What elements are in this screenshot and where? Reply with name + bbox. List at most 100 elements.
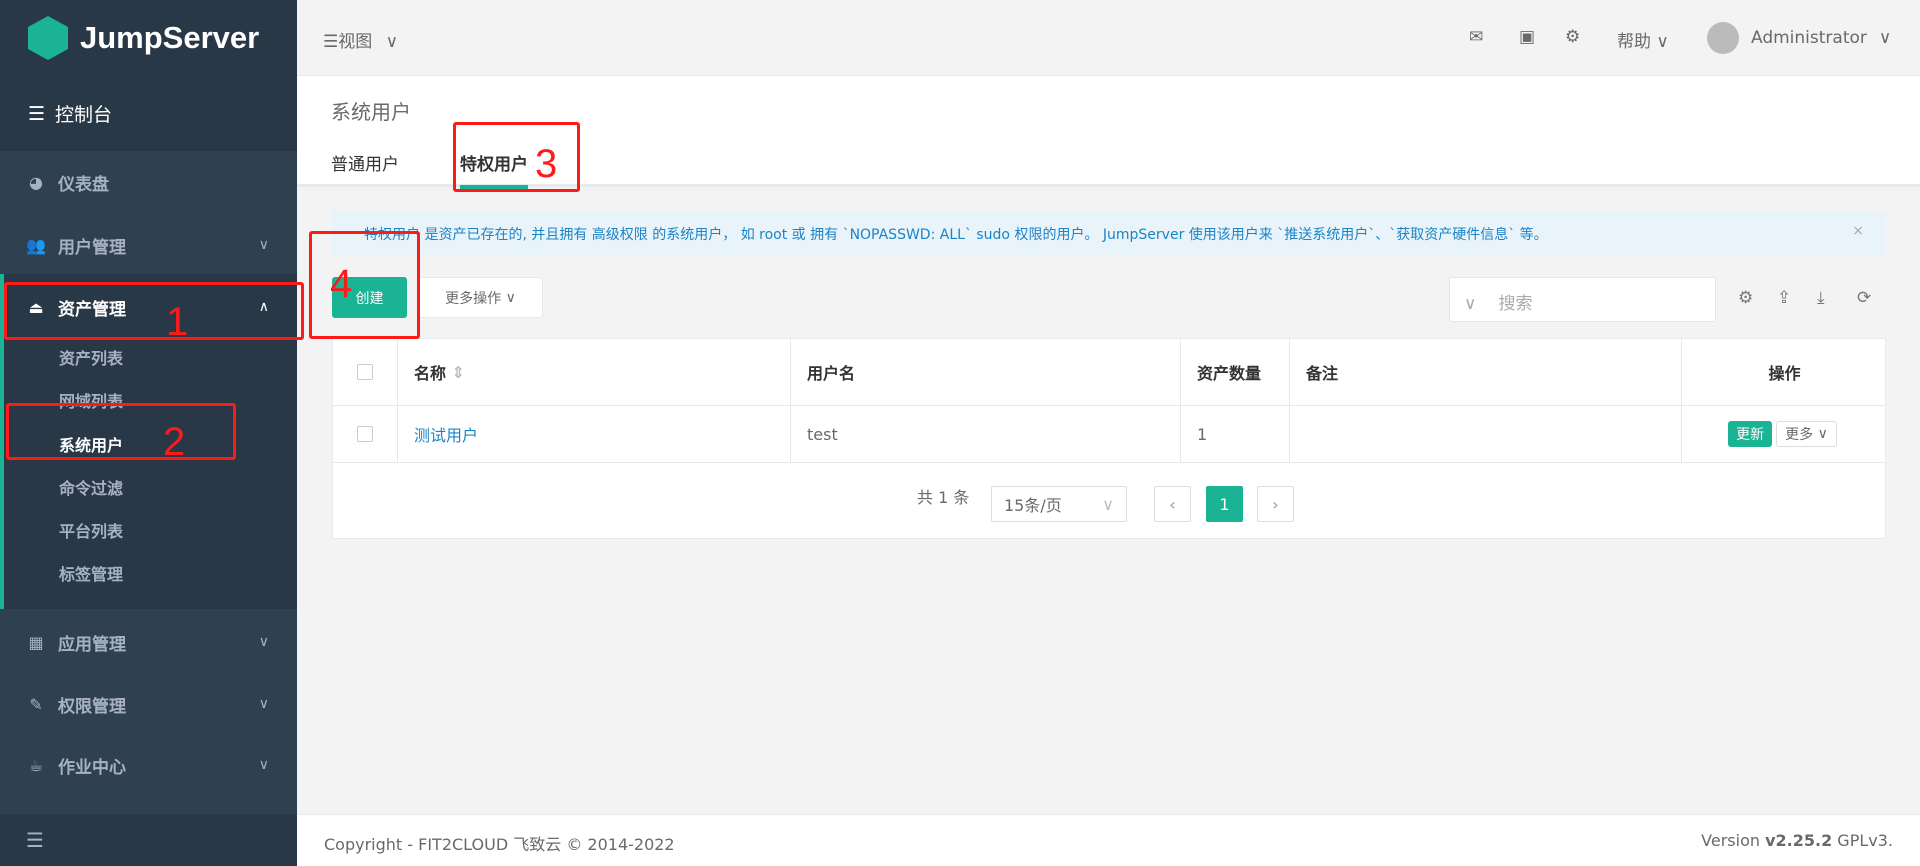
- cell-actions: 更新 更多 ∨: [1682, 406, 1887, 462]
- close-icon[interactable]: ×: [1852, 223, 1864, 239]
- sidebar-item-users[interactable]: 👥 用户管理 ∨: [0, 220, 297, 270]
- header-username: 用户名: [791, 339, 1181, 405]
- jumpserver-logo-icon: [28, 16, 68, 60]
- header-label: 名称: [414, 364, 447, 383]
- cell-username: test: [791, 406, 1181, 462]
- nav-label: 用户管理: [58, 237, 126, 258]
- search-input[interactable]: ∨ 搜索: [1449, 277, 1716, 322]
- annotation-box-4: [309, 231, 420, 339]
- sidebar-sub-command-filter[interactable]: 命令过滤: [59, 475, 123, 499]
- nav-label: 应用管理: [58, 634, 126, 655]
- prev-page-button[interactable]: ‹: [1154, 486, 1191, 522]
- page-size-select[interactable]: 15条/页 ∨: [991, 486, 1127, 522]
- chevron-down-icon: ∨: [1656, 32, 1669, 52]
- topbar: ☰视图 ∨ ✉ ▣ ⚙ 帮助 ∨ Administrator ∨: [297, 0, 1920, 76]
- edit-icon: ✎: [29, 694, 43, 714]
- brand-name: JumpServer: [80, 20, 260, 55]
- page-1-button[interactable]: 1: [1206, 486, 1243, 522]
- nav-label: 权限管理: [58, 696, 126, 717]
- annotation-box-1: [4, 282, 304, 340]
- help-label: 帮助: [1617, 32, 1651, 52]
- header-actions: 操作: [1768, 364, 1801, 383]
- sliders-icon: ☰: [28, 102, 46, 125]
- console-link[interactable]: ☰ 控制台: [0, 76, 297, 151]
- page-title: 系统用户: [331, 100, 411, 124]
- annotation-number-4: 4: [330, 262, 353, 306]
- sidebar-item-dashboard[interactable]: ◕ 仪表盘: [0, 157, 297, 207]
- pagination-total: 共 1 条: [917, 488, 970, 507]
- console-label: 控制台: [55, 104, 113, 126]
- annotation-number-3: 3: [535, 142, 558, 186]
- license: GPLv3.: [1832, 831, 1893, 850]
- help-menu[interactable]: 帮助 ∨: [1617, 27, 1669, 52]
- copyright: Copyright - FIT2CLOUD 飞致云 © 2014-2022: [324, 835, 675, 854]
- sidebar-item-jobs[interactable]: ☕ 作业中心 ∨: [0, 740, 297, 790]
- chevron-down-icon: ∨: [1464, 294, 1477, 314]
- chevron-down-icon: ∨: [505, 289, 516, 306]
- annotation-box-3: [453, 122, 580, 192]
- table-header: 名称 ⇕ 用户名 资产数量 备注 操作: [333, 339, 1885, 406]
- coffee-icon: ☕: [28, 755, 44, 775]
- annotation-box-2: [6, 403, 236, 460]
- settings-icon[interactable]: ⚙: [1738, 288, 1753, 308]
- annotation-number-1: 1: [166, 300, 189, 344]
- dashboard-icon: ◕: [29, 172, 43, 192]
- avatar: [1707, 22, 1739, 54]
- version-number: v2.25.2: [1765, 831, 1833, 850]
- collapse-icon: ☰: [26, 828, 44, 852]
- header-name[interactable]: 名称 ⇕: [398, 339, 791, 405]
- logo[interactable]: JumpServer: [0, 0, 297, 76]
- nav-label: 仪表盘: [58, 174, 109, 195]
- next-page-button[interactable]: ›: [1257, 486, 1294, 522]
- sidebar-sub-asset-list[interactable]: 资产列表: [59, 345, 123, 369]
- table-row: 测试用户 test 1 更新 更多 ∨: [333, 406, 1885, 463]
- chevron-down-icon: ∨: [258, 237, 269, 253]
- chevron-down-icon: ∨: [258, 696, 269, 712]
- row-more-button[interactable]: 更多 ∨: [1776, 421, 1837, 447]
- chevron-down-icon: ∨: [1102, 494, 1114, 514]
- cell-name: 测试用户: [398, 406, 791, 462]
- sidebar-item-applications[interactable]: ▦ 应用管理 ∨: [0, 617, 297, 667]
- alert-text: 特权用户 是资产已存在的, 并且拥有 高级权限 的系统用户， 如 root 或 …: [364, 227, 1548, 243]
- download-icon[interactable]: ⤓: [1817, 288, 1825, 308]
- view-label: 视图: [338, 32, 373, 52]
- user-menu[interactable]: Administrator ∨: [1707, 22, 1891, 54]
- refresh-icon[interactable]: ⟳: [1857, 288, 1871, 308]
- info-alert: 特权用户 是资产已存在的, 并且拥有 高级权限 的系统用户， 如 root 或 …: [332, 211, 1886, 255]
- collapse-sidebar-button[interactable]: ☰: [0, 814, 297, 866]
- terminal-icon[interactable]: ▣: [1519, 27, 1535, 47]
- more-actions-label: 更多操作: [445, 290, 502, 307]
- row-more-label: 更多: [1785, 427, 1814, 443]
- nav-label: 作业中心: [58, 757, 126, 778]
- users-icon: 👥: [26, 235, 46, 255]
- sort-icon: ⇕: [451, 362, 465, 382]
- menu-icon: ☰: [323, 32, 339, 52]
- footer: Copyright - FIT2CLOUD 飞致云 © 2014-2022 Ve…: [297, 814, 1920, 866]
- grid-icon: ▦: [28, 632, 44, 652]
- search-placeholder: 搜索: [1498, 294, 1533, 314]
- page-size-label: 15条/页: [1004, 496, 1062, 515]
- user-name-link[interactable]: 测试用户: [414, 422, 478, 446]
- sidebar-sub-platform-list[interactable]: 平台列表: [59, 518, 123, 542]
- user-name: Administrator: [1751, 28, 1867, 48]
- sidebar-item-permissions[interactable]: ✎ 权限管理 ∨: [0, 679, 297, 729]
- upload-icon[interactable]: ⇪: [1777, 288, 1791, 308]
- header-checkbox-cell: [333, 339, 398, 405]
- header-remark: 备注: [1290, 339, 1682, 405]
- mail-icon[interactable]: ✉: [1469, 27, 1483, 47]
- gear-icon[interactable]: ⚙: [1565, 27, 1580, 47]
- more-actions-button[interactable]: 更多操作 ∨: [418, 277, 543, 318]
- tab-normal-users[interactable]: 普通用户: [331, 150, 399, 175]
- update-button[interactable]: 更新: [1728, 421, 1773, 447]
- chevron-down-icon: ∨: [1878, 28, 1892, 48]
- chevron-down-icon: ∨: [258, 757, 269, 773]
- chevron-down-icon: ∨: [385, 32, 399, 52]
- view-menu[interactable]: ☰视图 ∨: [323, 27, 398, 52]
- cell-remark: [1290, 406, 1682, 462]
- version-info: Version v2.25.2 GPLv3.: [1701, 831, 1893, 850]
- select-all-checkbox[interactable]: [357, 364, 373, 380]
- row-checkbox[interactable]: [357, 426, 373, 442]
- chevron-down-icon: ∨: [1817, 426, 1828, 442]
- sidebar-sub-label-management[interactable]: 标签管理: [59, 561, 123, 585]
- chevron-down-icon: ∨: [258, 634, 269, 650]
